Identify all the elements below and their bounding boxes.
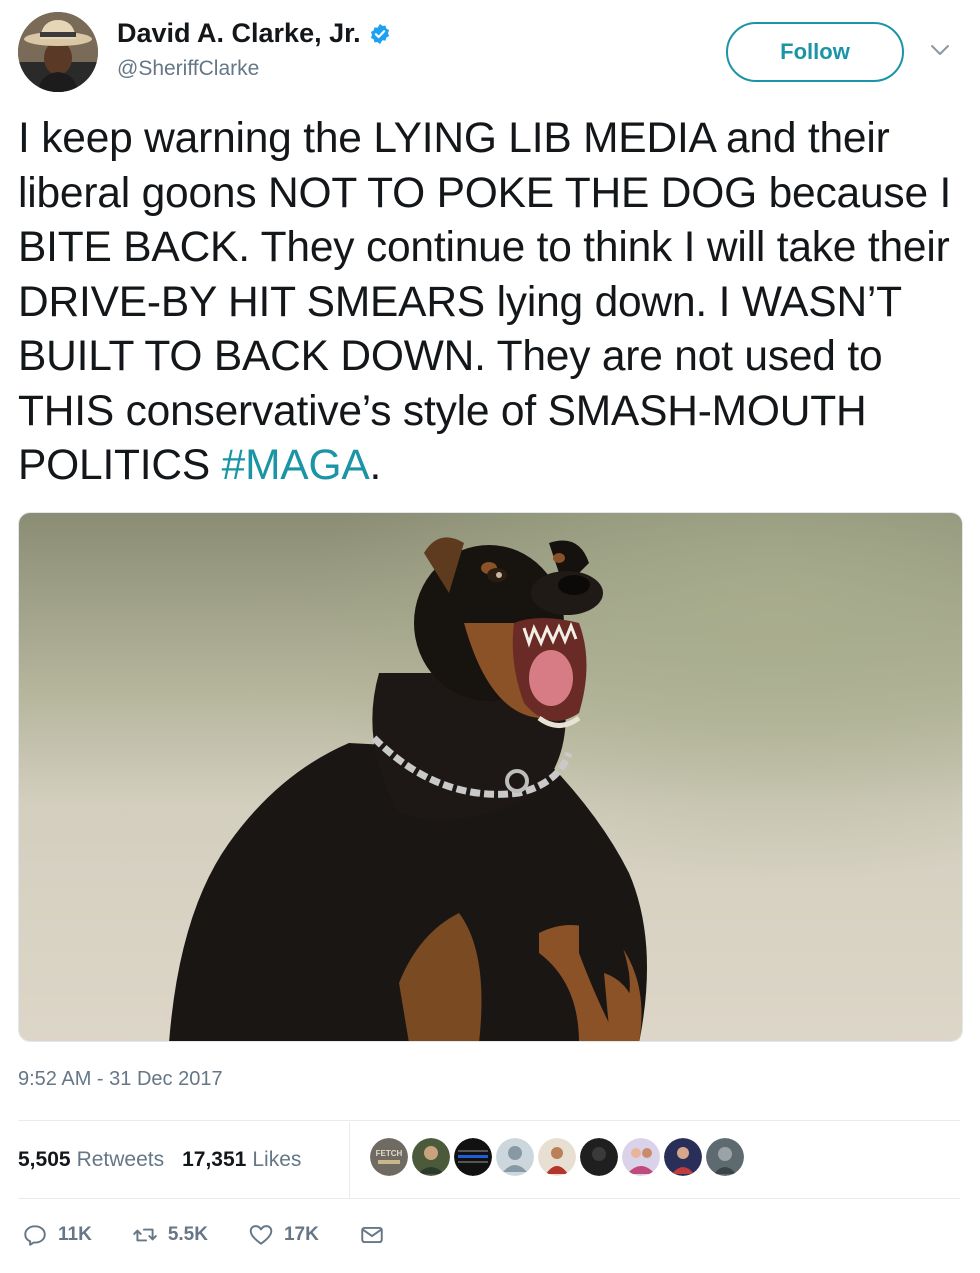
rottweiler-photo-icon [19,513,962,1041]
stats-separator [349,1122,350,1198]
fetch-avatar-label: FETCH [376,1149,403,1158]
tweet-text: I keep warning the LYING LIB MEDIA and t… [18,112,968,494]
retweet-icon [133,1228,157,1242]
default-avatar-icon[interactable] [496,1138,534,1176]
reply-action[interactable]: 11K [22,1222,92,1248]
user-avatar-icon[interactable] [706,1138,744,1176]
user-avatar-icon[interactable] [580,1138,618,1176]
retweets-count: 5,505 [18,1148,71,1171]
fetch-avatar-icon[interactable]: FETCH [370,1138,408,1176]
author-avatar[interactable] [18,12,98,92]
reply-icon [24,1225,46,1246]
direct-message-action[interactable] [359,1222,385,1248]
divider-bottom [18,1198,960,1199]
divider-top [18,1120,960,1121]
liker-avatars: FETCH [370,1138,744,1176]
retweet-action[interactable]: 5.5K [132,1222,208,1248]
likes-stat[interactable]: 17,351 Likes [182,1148,301,1172]
tweet-text-end: . [369,442,382,489]
hashtag-link[interactable]: #MAGA [222,442,370,489]
reply-count: 11K [58,1224,92,1245]
like-count: 17K [283,1224,319,1245]
author-display-name[interactable]: David A. Clarke, Jr. [117,18,391,49]
avatar-photo-icon [18,12,98,92]
chevron-down-icon[interactable] [928,40,952,60]
follow-button[interactable]: Follow [726,22,904,82]
retweets-stat[interactable]: 5,505 Retweets [18,1148,164,1172]
user-avatar-icon[interactable] [412,1138,450,1176]
retweet-count: 5.5K [167,1224,208,1245]
tweet-media-photo[interactable] [18,512,963,1042]
like-action[interactable]: 17K [248,1222,319,1248]
tweet-actions: 11K 5.5K 17K [22,1220,425,1250]
retweets-label: Retweets [76,1148,165,1171]
likes-label: Likes [252,1148,302,1171]
verified-badge-icon [370,23,389,44]
heart-icon [249,1225,273,1245]
author-info[interactable]: David A. Clarke, Jr. @SheriffClarke [117,18,391,81]
envelope-icon [361,1226,383,1244]
tweet-body: I keep warning the LYING LIB MEDIA and t… [18,115,952,489]
flag-avatar-icon[interactable] [454,1138,492,1176]
author-handle[interactable]: @SheriffClarke [117,57,391,81]
tweet-stats: 5,505 Retweets 17,351 Likes [18,1140,319,1180]
tweet-timestamp[interactable]: 9:52 AM - 31 Dec 2017 [18,1068,223,1091]
user-avatar-icon[interactable] [664,1138,702,1176]
user-avatar-icon[interactable] [538,1138,576,1176]
user-avatar-icon[interactable] [622,1138,660,1176]
likes-count: 17,351 [182,1148,247,1171]
